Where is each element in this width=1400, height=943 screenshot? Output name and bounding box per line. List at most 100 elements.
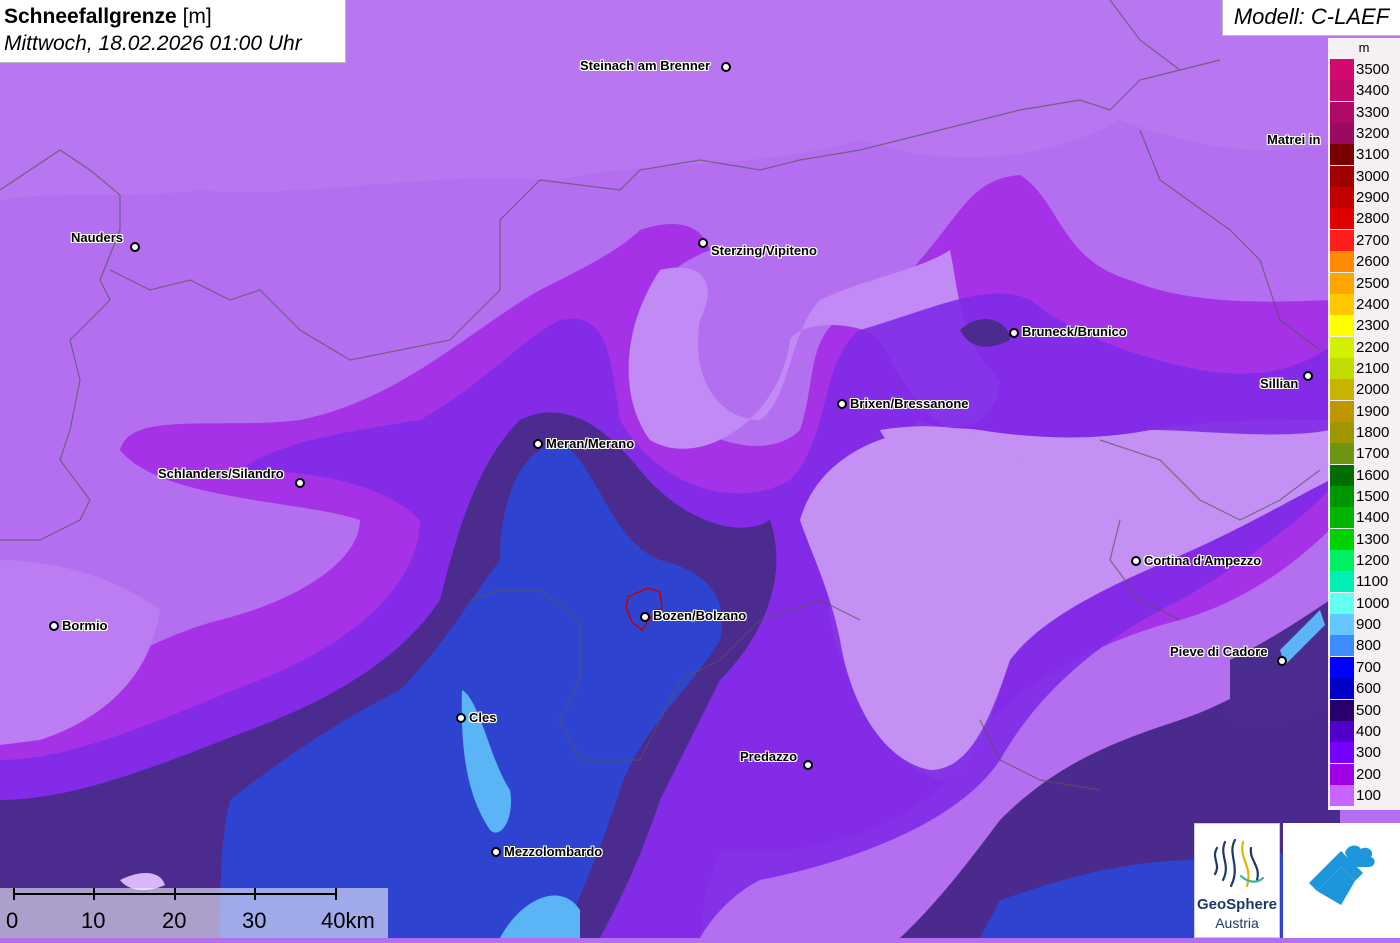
- scale-tick-40km: 40km: [321, 908, 375, 933]
- city-label-matrei: Matrei in: [1267, 132, 1321, 147]
- legend-label: 3300: [1356, 103, 1390, 121]
- legend-label: 1600: [1356, 466, 1390, 484]
- legend-swatch: [1330, 742, 1354, 764]
- geosphere-logo[interactable]: GeoSphere Austria: [1194, 823, 1280, 938]
- legend-label: 2000: [1356, 381, 1390, 399]
- legend-swatch: [1330, 528, 1354, 550]
- legend-row: 1000: [1330, 592, 1400, 614]
- scale-tick-0: 0: [6, 908, 19, 933]
- legend-row: 3400: [1330, 80, 1400, 102]
- legend-swatch: [1330, 144, 1354, 166]
- legend-swatch: [1330, 208, 1354, 230]
- legend-row: 2800: [1330, 208, 1400, 230]
- legend-row: 2700: [1330, 229, 1400, 251]
- legend-row: 2900: [1330, 187, 1400, 209]
- legend-swatch: [1330, 272, 1354, 294]
- city-dot-cortina: [1131, 556, 1141, 566]
- legend-label: 2800: [1356, 210, 1390, 228]
- legend-swatch: [1330, 464, 1354, 486]
- legend-swatch: [1330, 251, 1354, 273]
- legend-label: 2900: [1356, 189, 1390, 207]
- legend-swatch: [1330, 784, 1354, 806]
- legend-swatch: [1330, 101, 1354, 123]
- legend-label: 1800: [1356, 423, 1390, 441]
- legend-label: 3500: [1356, 61, 1390, 78]
- legend-row: 400: [1330, 720, 1400, 742]
- city-dot-predazzo: [803, 760, 813, 770]
- legend-swatch: [1330, 357, 1354, 379]
- legend-row: 2100: [1330, 357, 1400, 379]
- legend-row: 200: [1330, 763, 1400, 785]
- legend-swatch: [1330, 656, 1354, 678]
- map-title: Schneefallgrenze [m]: [4, 3, 341, 30]
- legend-swatch: [1330, 400, 1354, 422]
- city-dot-steinach am brenner: [721, 62, 731, 72]
- title-text: Schneefallgrenze: [4, 5, 177, 28]
- cloud-arrow-icon: [1309, 845, 1375, 905]
- legend-row: 100: [1330, 784, 1400, 806]
- city-dot-schlanders: [295, 478, 305, 488]
- legend-swatch: [1330, 315, 1354, 337]
- legend-label: 1200: [1356, 552, 1390, 570]
- legend-label: 2300: [1356, 317, 1390, 335]
- legend-row: 500: [1330, 699, 1400, 721]
- city-dot-bruneck: [1009, 328, 1019, 338]
- legend-row: 1800: [1330, 421, 1400, 443]
- city-label-bruneck: Bruneck/Brunico: [1022, 324, 1127, 339]
- legend-label: 2600: [1356, 253, 1390, 271]
- legend-row: 1200: [1330, 550, 1400, 572]
- model-label: Modell: C-LAEF: [1222, 0, 1400, 36]
- legend-label: 3000: [1356, 167, 1390, 185]
- legend-swatch: [1330, 614, 1354, 636]
- legend-row: 2300: [1330, 315, 1400, 337]
- legend-label: 1100: [1356, 573, 1389, 591]
- legend-swatch: [1330, 443, 1354, 465]
- legend-row: 2000: [1330, 379, 1400, 401]
- legend-row: 1300: [1330, 528, 1400, 550]
- city-label-pieve: Pieve di Cadore: [1170, 644, 1268, 659]
- legend-row: 3300: [1330, 101, 1400, 123]
- legend-label: 700: [1356, 658, 1382, 676]
- legend-row: 2200: [1330, 336, 1400, 358]
- legend-label: 1900: [1356, 402, 1390, 420]
- legend-row: 3100: [1330, 144, 1400, 166]
- legend-unit: m: [1358, 40, 1370, 55]
- legend-swatch: [1330, 421, 1354, 443]
- legend-label: 3100: [1356, 146, 1390, 164]
- legend-swatch: [1330, 720, 1354, 742]
- city-label-steinach am brenner: Steinach am Brenner: [580, 58, 711, 73]
- legend-swatch: [1330, 592, 1354, 614]
- legend-label: 1500: [1356, 488, 1390, 505]
- city-dot-brixen: [837, 399, 847, 409]
- legend-row: 1500: [1330, 486, 1400, 507]
- map-datetime: Mittwoch, 18.02.2026 01:00 Uhr: [4, 32, 302, 55]
- city-label-bozen: Bozen/Bolzano: [653, 608, 747, 623]
- legend-label: 3400: [1356, 82, 1390, 100]
- legend-row: 2400: [1330, 293, 1400, 315]
- city-label-cles: Cles: [469, 710, 497, 725]
- legend-swatch: [1330, 229, 1354, 251]
- legend-swatch: [1330, 293, 1354, 315]
- legend-label: 500: [1356, 701, 1382, 719]
- legend-row: 3500: [1330, 59, 1400, 80]
- legend-label: 2400: [1356, 295, 1390, 313]
- legend-label: 600: [1356, 680, 1382, 698]
- legend-swatch: [1330, 763, 1354, 785]
- title-unit: [m]: [182, 5, 212, 28]
- legend-swatch: [1330, 678, 1354, 700]
- legend-label: 100: [1356, 786, 1382, 804]
- partner-logo[interactable]: [1283, 823, 1400, 938]
- legend-row: 2500: [1330, 272, 1400, 294]
- city-dot-mezzolombardo: [491, 847, 501, 857]
- city-dot-sterzing: [698, 238, 708, 248]
- legend-label: 1000: [1356, 594, 1390, 612]
- city-label-mezzolombardo: Mezzolombardo: [504, 844, 603, 859]
- legend-label: 800: [1356, 637, 1382, 655]
- city-label-sillian: Sillian: [1260, 376, 1299, 391]
- map-title-box: Schneefallgrenze [m] Mittwoch, 18.02.202…: [0, 0, 346, 63]
- legend-swatch: [1330, 59, 1354, 80]
- legend-row: 1100: [1330, 571, 1400, 593]
- legend-row: 700: [1330, 656, 1400, 678]
- geosphere-sub: Austria: [1215, 915, 1259, 931]
- legend-row: 300: [1330, 742, 1400, 764]
